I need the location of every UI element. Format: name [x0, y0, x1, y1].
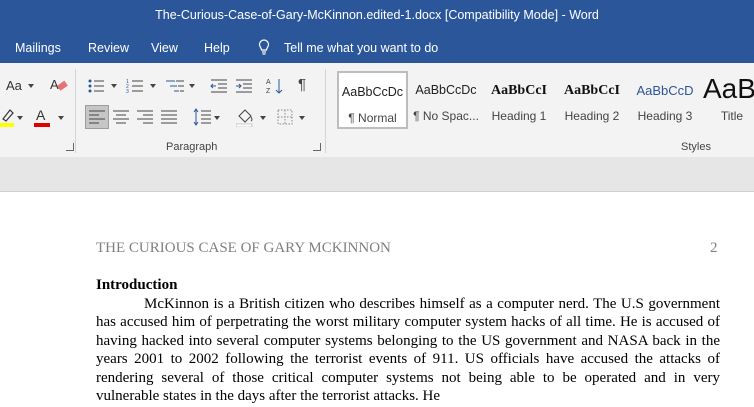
font-color-dropdown-icon[interactable] — [58, 116, 64, 120]
title-bar: The-Curious-Case-of-Gary-McKinnon.edited… — [0, 0, 754, 32]
section-heading: Introduction — [96, 277, 178, 293]
decrease-indent-icon[interactable] — [210, 78, 228, 94]
sort-icon[interactable]: A Z — [266, 77, 284, 95]
style-title-label: Title — [720, 109, 744, 123]
style-heading-3-sample: AaBbCcD — [636, 83, 694, 98]
ribbon: Aa A A 1 2 3 A Z ¶ Paragraph AaBbCcDc ¶ … — [0, 63, 754, 158]
highlight-dropdown-icon[interactable] — [17, 116, 23, 120]
style-heading-1-sample: AaBbCcI — [490, 83, 547, 98]
multilevel-list-icon[interactable] — [165, 78, 185, 94]
style-heading-3[interactable]: AaBbCcD Heading 3 — [630, 71, 700, 129]
page-number: 2 — [710, 240, 718, 256]
styles-gallery: AaBbCcDc ¶ Normal AaBbCcDc ¶ No Spac... … — [334, 71, 754, 129]
line-spacing-dropdown-icon[interactable] — [214, 116, 220, 120]
group-separator — [325, 69, 326, 153]
font-dialog-launcher-icon[interactable] — [66, 143, 74, 151]
lightbulb-icon — [258, 39, 270, 55]
window-title: The-Curious-Case-of-Gary-McKinnon.edited… — [155, 8, 599, 22]
style-no-spacing-sample: AaBbCcDc — [415, 83, 477, 97]
styles-group-label: Styles — [681, 141, 711, 153]
svg-text:Z: Z — [266, 88, 271, 95]
bullets-dropdown-icon[interactable] — [111, 84, 117, 88]
tab-mailings[interactable]: Mailings — [15, 41, 61, 55]
align-right-icon[interactable] — [137, 110, 153, 124]
style-title-sample: AaB — [703, 73, 754, 104]
style-heading-1-label: Heading 1 — [491, 109, 547, 123]
running-header: THE CURIOUS CASE OF GARY MCKINNON — [96, 240, 391, 256]
svg-text:A: A — [266, 79, 271, 86]
style-heading-3-label: Heading 3 — [637, 109, 693, 123]
style-normal-label: ¶ Normal — [348, 111, 397, 125]
style-no-spacing-label: ¶ No Spac... — [413, 109, 479, 123]
tab-review[interactable]: Review — [88, 41, 129, 55]
align-center-icon[interactable] — [113, 110, 129, 124]
svg-text:A: A — [50, 77, 59, 92]
style-title[interactable]: AaB Title — [703, 71, 754, 129]
style-normal[interactable]: AaBbCcDc ¶ Normal — [337, 71, 408, 129]
borders-dropdown-icon[interactable] — [299, 116, 305, 120]
body-paragraph: McKinnon is a British citizen who descri… — [96, 296, 720, 405]
bullets-icon[interactable] — [87, 78, 105, 94]
increase-indent-icon[interactable] — [235, 78, 253, 94]
svg-text:3: 3 — [126, 89, 129, 94]
justify-icon[interactable] — [161, 110, 177, 124]
document-page[interactable]: THE CURIOUS CASE OF GARY MCKINNON 2 Intr… — [0, 191, 754, 407]
ribbon-tabs: Mailings Review View Help Tell me what y… — [0, 32, 754, 63]
ruler-area — [0, 157, 754, 191]
style-heading-2-label: Heading 2 — [564, 109, 620, 123]
shading-icon[interactable] — [236, 107, 254, 127]
multilevel-dropdown-icon[interactable] — [189, 84, 195, 88]
numbering-icon[interactable]: 1 2 3 — [126, 78, 144, 94]
paragraph-group-label: Paragraph — [166, 141, 218, 153]
shading-dropdown-icon[interactable] — [260, 116, 266, 120]
group-separator — [75, 69, 76, 153]
align-left-button[interactable] — [85, 105, 109, 129]
style-heading-2[interactable]: AaBbCcI Heading 2 — [557, 71, 627, 129]
font-color-icon[interactable]: A — [34, 107, 52, 127]
svg-text:A: A — [36, 107, 46, 123]
borders-icon[interactable] — [277, 109, 293, 125]
paragraph-dialog-launcher-icon[interactable] — [313, 143, 321, 151]
style-no-spacing[interactable]: AaBbCcDc ¶ No Spac... — [411, 71, 481, 129]
style-heading-2-sample: AaBbCcI — [563, 83, 620, 98]
change-case-dropdown-icon[interactable] — [28, 84, 34, 88]
style-heading-1[interactable]: AaBbCcI Heading 1 — [484, 71, 554, 129]
text-highlight-icon[interactable] — [0, 107, 16, 127]
clear-formatting-icon[interactable]: A — [49, 76, 69, 94]
numbering-dropdown-icon[interactable] — [150, 84, 156, 88]
tab-view[interactable]: View — [151, 41, 178, 55]
line-spacing-icon[interactable] — [193, 108, 211, 126]
change-case-button[interactable]: Aa — [6, 78, 22, 93]
style-normal-sample: AaBbCcDc — [341, 85, 404, 99]
tab-help[interactable]: Help — [204, 41, 230, 55]
show-formatting-marks-icon[interactable]: ¶ — [298, 76, 306, 93]
tell-me-search[interactable]: Tell me what you want to do — [284, 41, 438, 55]
align-left-icon — [89, 110, 105, 124]
